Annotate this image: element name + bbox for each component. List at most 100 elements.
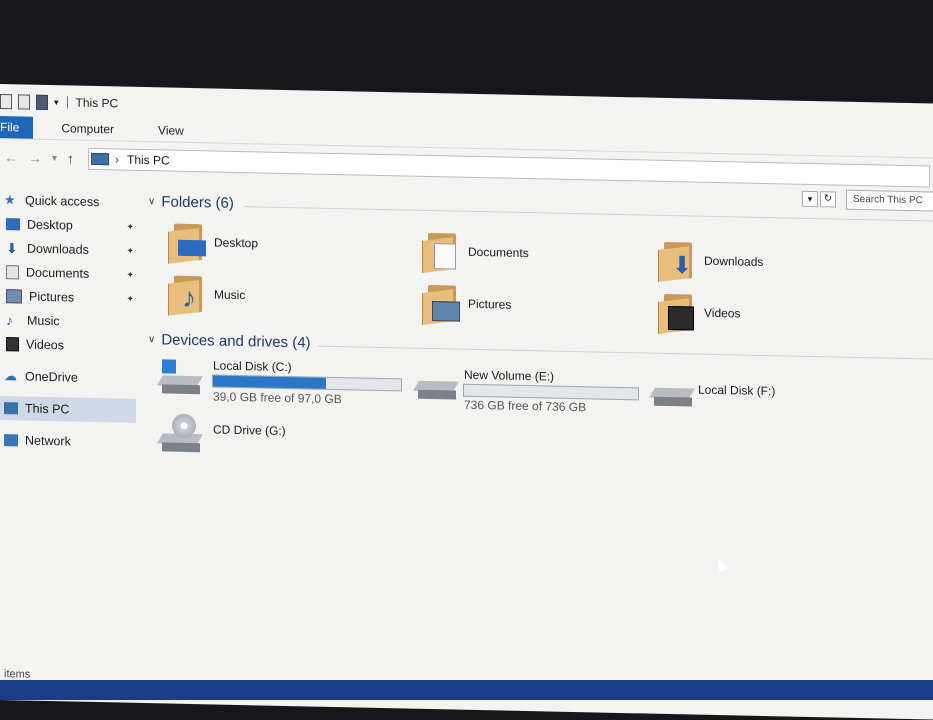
taskbar	[0, 680, 933, 700]
sidebar-item-label: Quick access	[25, 193, 100, 210]
sidebar-item-label: Music	[27, 313, 60, 329]
drives-group-header[interactable]: ∨ Devices and drives (4)	[148, 331, 311, 351]
folder-documents[interactable]: Documents	[422, 231, 529, 274]
folder-icon	[422, 231, 460, 274]
folder-label: Music	[214, 287, 246, 303]
sidebar-item-videos[interactable]: Videos	[0, 332, 136, 359]
drive-label: CD Drive (G:)	[213, 422, 286, 438]
pin-icon[interactable]: ✦	[126, 221, 134, 232]
sidebar-item-documents[interactable]: Documents ✦	[0, 260, 136, 287]
pin-icon[interactable]: ✦	[126, 269, 134, 280]
pin-icon[interactable]: ✦	[126, 293, 134, 304]
pin-icon[interactable]: ✦	[126, 245, 134, 256]
windows-drive-icon	[157, 371, 203, 396]
folder-desktop[interactable]: Desktop	[168, 222, 258, 264]
hard-drive-icon	[649, 384, 695, 409]
drive-usage-fill	[213, 375, 326, 389]
mouse-cursor-icon	[713, 555, 729, 573]
sidebar-item-this-pc[interactable]: This PC	[0, 396, 136, 423]
sidebar-item-music[interactable]: ♪ Music	[0, 308, 136, 335]
sidebar-item-label: Desktop	[27, 217, 73, 233]
film-icon	[6, 337, 19, 352]
status-bar-text: items	[4, 668, 31, 681]
drive-label: Local Disk (F:)	[698, 382, 776, 399]
tab-computer[interactable]: Computer	[47, 121, 128, 137]
folder-music[interactable]: ♪ Music	[168, 274, 245, 316]
forward-arrow-icon[interactable]: →	[28, 150, 42, 166]
folder-icon	[168, 222, 206, 264]
folder-label: Videos	[704, 305, 741, 321]
folder-label: Downloads	[704, 253, 764, 269]
sidebar-item-pictures[interactable]: Pictures ✦	[0, 284, 136, 311]
back-arrow-icon[interactable]: ←	[4, 149, 18, 165]
search-input[interactable]: Search This PC	[846, 189, 933, 212]
star-icon: ★	[4, 192, 16, 208]
music-note-icon: ♪	[6, 312, 13, 329]
folders-group-header[interactable]: ∨ Folders (6)	[148, 193, 234, 212]
up-arrow-icon[interactable]: ↑	[67, 150, 74, 166]
drive-g[interactable]: CD Drive (G:)	[157, 413, 320, 456]
cloud-icon: ☁	[4, 368, 17, 384]
picture-icon	[6, 289, 22, 304]
group-title: Folders (6)	[161, 193, 234, 212]
sidebar-item-label: Downloads	[27, 241, 89, 257]
folder-pictures[interactable]: Pictures	[422, 283, 512, 326]
navigation-pane: ★ Quick access Desktop ✦ ⬇ Downloads ✦ D…	[0, 188, 136, 455]
download-arrow-icon: ⬇	[6, 240, 18, 257]
drive-free-space: 39,0 GB free of 97,0 GB	[213, 389, 342, 407]
network-icon	[4, 434, 18, 447]
sidebar-item-quick-access[interactable]: ★ Quick access	[0, 188, 136, 215]
disc-icon	[172, 413, 196, 439]
folder-downloads[interactable]: ⬇ Downloads	[658, 240, 763, 282]
tab-file[interactable]: File	[0, 116, 34, 139]
explorer-window: ▾ This PC File Computer View ← → ▾ ↑ › T…	[0, 84, 933, 720]
drive-label: Local Disk (C:)	[213, 358, 292, 375]
sidebar-item-network[interactable]: Network	[0, 428, 136, 455]
address-location: This PC	[127, 152, 170, 168]
chevron-down-icon[interactable]: ∨	[148, 334, 155, 345]
sidebar-item-label: Documents	[26, 265, 90, 281]
tab-view[interactable]: View	[144, 123, 198, 138]
sidebar-item-downloads[interactable]: ⬇ Downloads ✦	[0, 236, 136, 263]
group-divider	[318, 345, 933, 360]
sidebar-item-label: Network	[25, 433, 71, 449]
sidebar-item-desktop[interactable]: Desktop ✦	[0, 212, 136, 239]
folder-icon: ♪	[168, 274, 206, 316]
hard-drive-icon	[413, 377, 459, 402]
folder-label: Desktop	[214, 235, 259, 251]
group-title: Devices and drives (4)	[161, 331, 311, 352]
drive-e[interactable]: New Volume (E:) 736 GB free of 736 GB	[413, 367, 646, 418]
folder-icon	[422, 283, 460, 326]
drive-label: New Volume (E:)	[464, 367, 555, 384]
sidebar-item-label: OneDrive	[25, 369, 78, 385]
checkbox-icon[interactable]	[18, 93, 30, 110]
customize-toolbar-icon[interactable]: ▾	[54, 97, 59, 108]
desktop-icon	[6, 218, 20, 231]
refresh-icon[interactable]: ↻	[820, 191, 836, 208]
recent-locations-icon[interactable]: ▾	[52, 153, 57, 164]
sidebar-item-onedrive[interactable]: ☁ OneDrive	[0, 364, 136, 391]
chevron-down-icon[interactable]: ∨	[148, 196, 155, 207]
drive-c[interactable]: Local Disk (C:) 39,0 GB free of 97,0 GB	[157, 357, 410, 408]
folder-icon: ⬇	[658, 240, 696, 282]
drive-free-space: 736 GB free of 736 GB	[464, 397, 587, 415]
address-dropdown-icon[interactable]: ▾	[802, 190, 818, 208]
computer-icon	[91, 152, 109, 166]
folder-icon	[658, 292, 696, 334]
chevron-right-icon[interactable]: ›	[115, 152, 119, 166]
folder-label: Pictures	[468, 296, 512, 312]
folder-label: Documents	[468, 244, 529, 261]
new-folder-icon[interactable]	[36, 94, 48, 110]
folder-videos[interactable]: Videos	[658, 292, 740, 334]
computer-icon	[4, 402, 18, 415]
drive-usage-bar	[212, 374, 402, 392]
windows-logo-icon	[162, 359, 176, 374]
properties-icon[interactable]	[0, 93, 12, 109]
sidebar-item-label: Videos	[26, 337, 64, 353]
sidebar-item-label: This PC	[25, 401, 70, 417]
drive-f[interactable]: Local Disk (F:)	[649, 378, 812, 411]
sidebar-item-label: Pictures	[29, 289, 75, 305]
document-icon	[6, 265, 19, 280]
window-title: This PC	[75, 95, 119, 111]
toolbar-divider	[66, 96, 68, 109]
